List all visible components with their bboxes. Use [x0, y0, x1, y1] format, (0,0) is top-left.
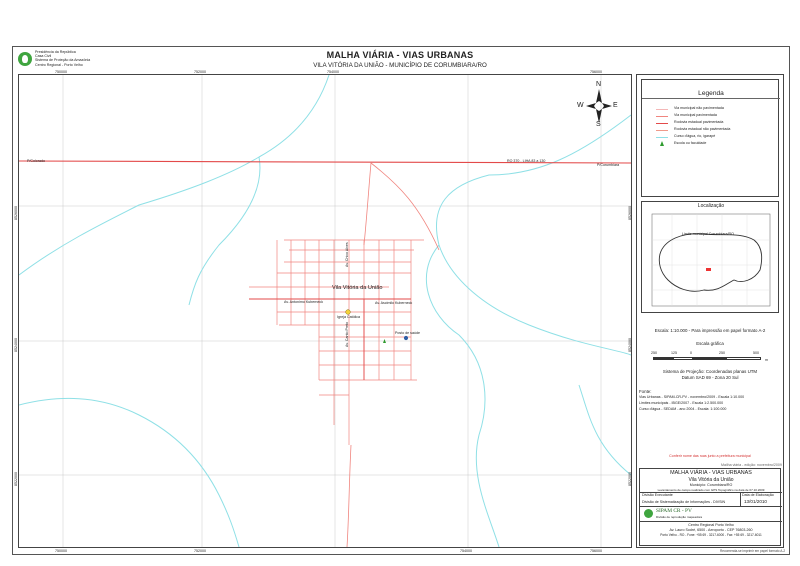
municipal-roads [346, 162, 440, 547]
legend-label: Rodovia estadual pavimentada [674, 120, 724, 124]
school-icon [660, 141, 664, 146]
sipam-logo-icon [644, 509, 653, 518]
legend-swatch [656, 108, 668, 110]
legend-label: Curso d'água, rio, igarapé [674, 134, 716, 138]
grid-tick-right: 8526000 [628, 206, 632, 220]
map-frame: P/Colorado RO 370 - LIHA 83 a 130 P/Coru… [18, 74, 632, 548]
address-line: Av. Lauro Sodré, 6500 - Aeroporto - CEP … [669, 528, 753, 532]
grid-tick-bottom: 756000 [590, 549, 602, 553]
title-block-divider [640, 521, 782, 522]
legend-swatch [656, 136, 668, 138]
map-sheet: Presidência da República Casa Civil Sist… [0, 0, 800, 566]
town-street-grid [249, 239, 424, 445]
map-label-health: Posto de saúde [395, 331, 420, 335]
scale-tick: 125 [671, 351, 677, 355]
date-label: Data de Elaboração [742, 493, 774, 497]
division-value: Divisão de Sistematização de Informações… [642, 500, 726, 504]
scale-graphic-title: Escala gráfica [696, 341, 724, 346]
scale-text: Escala: 1:10.000 - Para impressão em pap… [654, 328, 766, 333]
legend-panel: Legenda Via municipal não pavimentada Vi… [641, 79, 780, 197]
map-label-street-v2: Av. Canto Preto [345, 321, 349, 347]
church-icon [345, 309, 351, 315]
title-block-t1: MALHA VIÁRIA - VIAS URBANAS [670, 470, 752, 476]
address-line: Centro Regional Porto Velho [688, 523, 734, 527]
org-sub: Divisão de reprodução mapeadora [656, 515, 703, 519]
north-arrow-icon: N S W E [577, 81, 618, 129]
grid-tick-right: 8522000 [628, 472, 632, 486]
map-label-street-right: Av. Ascimilo Kuberneck [375, 301, 413, 305]
grid-tick-top: 750000 [55, 70, 67, 74]
grid-tick-top: 752000 [194, 70, 206, 74]
source-line: Limites municipais - IBGE/2007 - Escala … [639, 401, 724, 405]
source-line: Vias Urbanas - SIPAM-CR-PV - novembro/20… [639, 395, 745, 399]
map-canvas [19, 75, 631, 547]
legend-swatch [656, 115, 668, 117]
grid-tick-bottom: 750000 [55, 549, 67, 553]
grid-tick-bottom: 754000 [460, 549, 472, 553]
legend-label: Via municipal não pavimentada [674, 106, 724, 110]
compass-w: W [577, 102, 584, 109]
title-block-edition: Mailha viária - edição: novembro/2009 [721, 463, 782, 467]
print-note: Recomenda-se imprimir em papel formato A… [720, 549, 786, 553]
page-subtitle: VILA VITÓRIA DA UNIÃO - MUNICÍPIO DE COR… [313, 62, 487, 69]
legend-label: Escola ou faculdade [674, 141, 707, 145]
map-label-right-road: P/Corumbiara [597, 163, 620, 167]
projection-line2: Datum SAD 69 - Zona 20 Sul [681, 375, 739, 380]
legend-title: Legenda [698, 90, 724, 97]
compass-s: S [596, 121, 601, 128]
map-label-street-left: Av. Antonimo Kuberneck [284, 300, 324, 304]
map-label-left-road: P/Colorado [27, 159, 45, 163]
address-line: Porto Velho - RO - Fone: +55 69 - 3217-6… [660, 533, 762, 537]
legend-label: Rodovia estadual não pavimentada [674, 127, 731, 131]
scale-tick: 250 [719, 351, 725, 355]
coordinate-grid [19, 75, 631, 547]
rivers [19, 75, 631, 547]
scale-bar [653, 357, 761, 360]
scale-unit: m [765, 358, 768, 362]
grid-tick-left: 8524000 [14, 338, 18, 352]
map-label-street-v1: Av. Chico Alves [345, 242, 349, 267]
sources-title: Fonte: [639, 389, 652, 394]
grid-tick-left: 8522000 [14, 472, 18, 486]
projection-line1: Sistema de Projeção: Coordenadas planas … [662, 369, 758, 374]
grid-tick-top: 754000 [327, 70, 339, 74]
grid-tick-right: 8524000 [628, 338, 632, 352]
grid-tick-bottom: 752000 [194, 549, 206, 553]
source-line: Curso d'água - SEDAM - ano 2004 - Escala… [639, 407, 727, 411]
title-block: MALHA VIÁRIA - VIAS URBANAS Vila Vitória… [639, 468, 782, 546]
compass-e: E [613, 102, 618, 109]
scale-tick: 0 [690, 351, 692, 355]
legend-divider [642, 98, 780, 99]
street-name-note: Conferir nome das ruas junto a prefeitur… [669, 454, 751, 458]
title-block-divider [640, 506, 782, 507]
map-sidebar: Legenda Via municipal não pavimentada Vi… [636, 74, 784, 548]
map-label-road-main: RO 370 - LIHA 83 a 130 [507, 159, 546, 163]
grid-tick-left: 8526000 [14, 206, 18, 220]
title-block-divider [740, 492, 741, 506]
page-title: MALHA VIÁRIA - VIAS URBANAS [326, 50, 474, 60]
title-block-t3: Município: Corumbiara/RO [689, 483, 733, 487]
scale-tick: 500 [753, 351, 759, 355]
date-value: 13/01/2010 [744, 499, 767, 504]
location-title: Localização [697, 203, 725, 209]
map-label-church: Igreja Católica [337, 315, 360, 319]
legend-swatch [656, 129, 668, 131]
grid-tick-top: 756000 [590, 70, 602, 74]
compass-n: N [596, 81, 602, 88]
legend-swatch [656, 122, 668, 124]
org-name: SIPAM CR - PV [656, 508, 692, 514]
location-panel: Localização Limite municipal Corumbiara/… [641, 201, 779, 313]
health-post-icon [403, 335, 409, 341]
location-label: Limite municipal Corumbiara/RO [682, 232, 734, 236]
legend-label: Via municipal pavimentada [674, 113, 717, 117]
scale-tick: 250 [651, 351, 657, 355]
division-label: Divisão Executante [642, 493, 673, 497]
map-label-town: Vila Vitória da União [332, 285, 383, 291]
location-map [651, 213, 771, 307]
